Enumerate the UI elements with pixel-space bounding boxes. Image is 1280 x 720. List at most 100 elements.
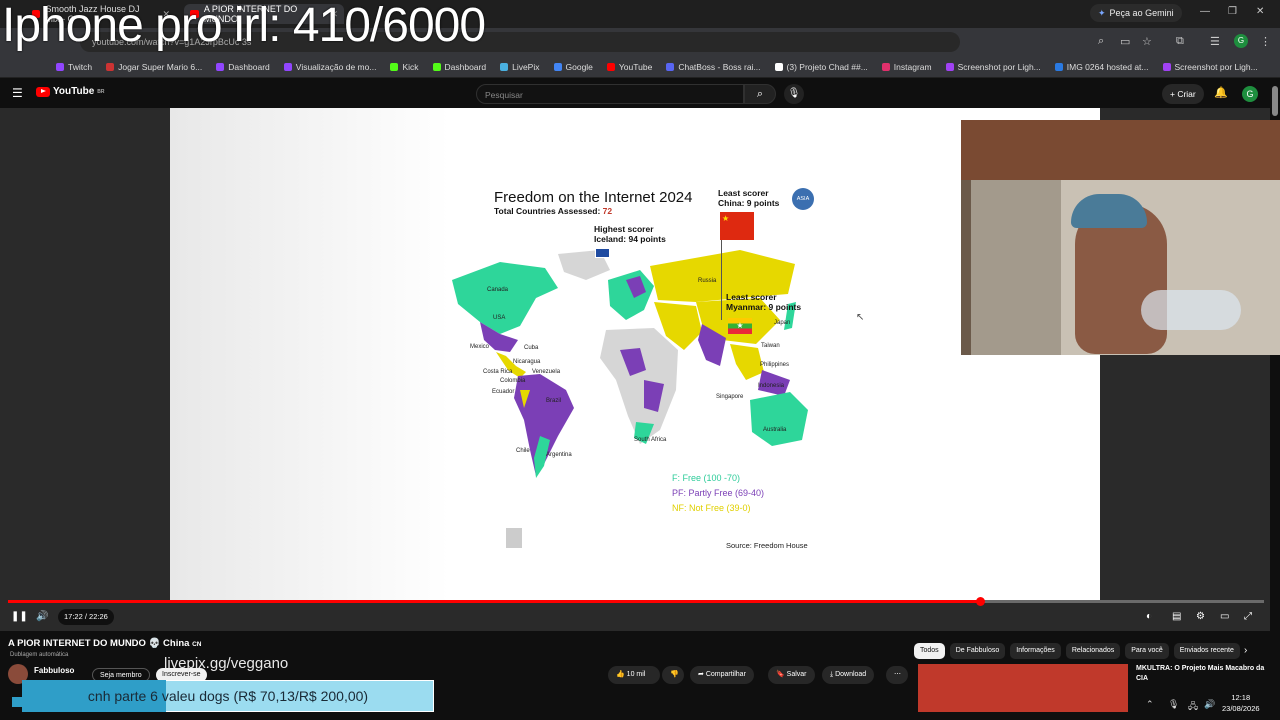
bookmark-icon [945,62,954,71]
bookmark-label: Kick [402,61,419,72]
least-scorer-title: Least scorer [718,188,769,198]
legend-free: F: Free (100 -70) [672,473,741,483]
bookmark-icon [216,62,225,71]
bookmark-label: Screenshot por Ligh... [1174,61,1258,72]
bookmark-item[interactable]: Dashboard [216,62,270,72]
mic-icon: 🎙 [787,88,801,99]
close-window-icon[interactable]: ✕ [1256,6,1264,17]
related-chips: Todos De Fabbuloso Informações Relacionados… [914,643,1240,659]
autoplay-toggle-icon[interactable]: ◐ [1146,611,1152,622]
country-label: Taiwan [761,343,780,349]
volume-icon[interactable]: 🔊 [36,611,48,622]
country-label: South Africa [634,437,667,443]
more-actions-button[interactable]: ⋯ [886,666,908,684]
mouse-cursor-icon: ↖ [856,312,865,323]
account-avatar[interactable]: G [1242,86,1258,102]
bookmark-item[interactable]: YouTube [606,62,652,72]
download-label: Download [835,671,867,678]
fullscreen-icon[interactable]: ⤢ [1244,611,1252,622]
country-label: Brazil [546,398,562,404]
gemini-icon: ✦ [1098,7,1106,18]
menu-kebab-icon[interactable]: ⋮ [1260,35,1271,48]
country-label: Ecuador [492,389,515,395]
download-button[interactable]: ⤓ Download [822,666,875,684]
profile-avatar-icon[interactable]: G [1234,34,1248,48]
create-button[interactable]: + Criar [1162,84,1204,104]
bookmark-icon [606,62,615,71]
reading-list-icon[interactable]: ☰ [1210,35,1220,48]
tray-network-icon[interactable]: 🖧 [1188,699,1198,715]
hamburger-menu-icon[interactable]: ☰ [12,86,23,100]
save-button[interactable]: 🔖 Salvar [768,666,815,684]
cast-icon[interactable]: ▭ [1120,35,1130,48]
maximize-icon[interactable]: ❐ [1228,6,1237,17]
gemini-button[interactable]: ✦ Peça ao Gemini [1090,4,1182,22]
country-label: Colombia [500,378,526,384]
recommended-title[interactable]: MKULTRA: O Projeto Mais Macabro da CIA [1136,664,1266,684]
gemini-label: Peça ao Gemini [1109,8,1174,18]
country-label: Mexico [470,344,490,350]
filter-chip[interactable]: Todos [914,643,945,659]
bookmark-label: Dashboard [228,61,270,72]
subtitles-icon[interactable]: ▤ [1172,611,1181,622]
search-input[interactable]: Pesquisar [476,84,744,104]
minimize-icon[interactable]: — [1200,6,1210,17]
voice-search-button[interactable]: 🎙 [784,84,804,104]
webcam-cap [1071,194,1147,228]
bookmark-item[interactable]: Kick [390,61,419,72]
tray-mic-icon[interactable]: 🎙 [1168,699,1179,710]
tray-volume-icon[interactable]: 🔊 [1204,699,1215,710]
share-label: Compartilhar [705,671,746,678]
country-label: Japan [774,320,791,326]
bookmark-icon [1054,62,1063,71]
bookmark-item[interactable]: Visualização de mo... [283,62,376,72]
like-button[interactable]: 👍 10 mil [608,666,660,684]
recommended-thumbnail[interactable] [918,664,1128,712]
filter-chip[interactable]: Informações [1010,643,1061,659]
taskbar-clock[interactable]: 12:18 23/08/2026 [1222,692,1260,714]
china-flag-icon: ★ [720,212,754,240]
bookmark-icon [432,62,441,71]
notifications-bell-icon[interactable]: 🔔 [1214,86,1228,99]
bookmark-item[interactable]: Twitch [56,62,92,72]
save-icon: 🔖 [776,671,785,678]
bookmark-item[interactable]: Google [553,62,593,72]
bookmark-icon [881,62,890,71]
page-scrollbar[interactable] [1272,86,1278,116]
youtube-logo[interactable]: YouTube BR [36,86,105,97]
pause-icon[interactable]: ❚❚ [11,611,28,622]
highest-scorer-title: Highest scorer [594,224,654,234]
bookmark-star-icon[interactable]: ☆ [1142,35,1152,48]
channel-name[interactable]: Fabbuloso [34,666,74,675]
bookmark-item[interactable]: Jogar Super Mario 6... [106,62,202,72]
bookmark-item[interactable]: Dashboard [432,62,486,72]
windows-start-icon[interactable] [12,697,22,707]
settings-gear-icon[interactable]: ⚙ [1196,611,1205,622]
bookmark-item[interactable]: LivePix [500,61,540,72]
filter-chip[interactable]: De Fabbuloso [949,643,1006,659]
legend-not-free: NF: Not Free (39-0) [672,503,751,513]
zoom-icon[interactable]: ⌕ [1098,35,1104,48]
search-button[interactable]: ⌕ [744,84,776,104]
dislike-button[interactable]: 👎 [662,666,684,684]
bookmark-item[interactable]: (3) Projeto Chad ##... [774,62,868,72]
progress-scrubber[interactable] [976,597,985,606]
filter-chip[interactable]: Relacionados [1065,643,1121,659]
map-subtitle: Total Countries Assessed: 72 [494,206,612,216]
map-subtitle-count: 72 [602,206,613,216]
country-label: Australia [763,427,787,433]
bookmark-label: LivePix [512,61,540,72]
theater-mode-icon[interactable]: ▭ [1220,611,1229,622]
least-scorer-myanmar-label: Least scorer Myanmar: 9 points [726,292,801,312]
tray-chevron-icon[interactable]: ⌃ [1146,699,1154,710]
filter-chip[interactable]: Enviados recente [1173,643,1240,659]
extensions-icon[interactable]: ⧉ [1176,35,1184,48]
share-button[interactable]: ➦ Compartilhar [690,666,754,684]
bookmark-item[interactable]: Screenshot por Ligh... [945,62,1041,72]
chips-next-icon[interactable]: › [1244,645,1247,656]
bookmark-item[interactable]: ChatBoss - Boss rai... [666,62,761,72]
bookmark-item[interactable]: IMG 0264 hosted at... [1054,62,1149,72]
bookmark-item[interactable]: Instagram [881,62,932,72]
filter-chip[interactable]: Para você [1125,643,1169,659]
bookmark-item[interactable]: Screenshot por Ligh... [1162,61,1258,72]
